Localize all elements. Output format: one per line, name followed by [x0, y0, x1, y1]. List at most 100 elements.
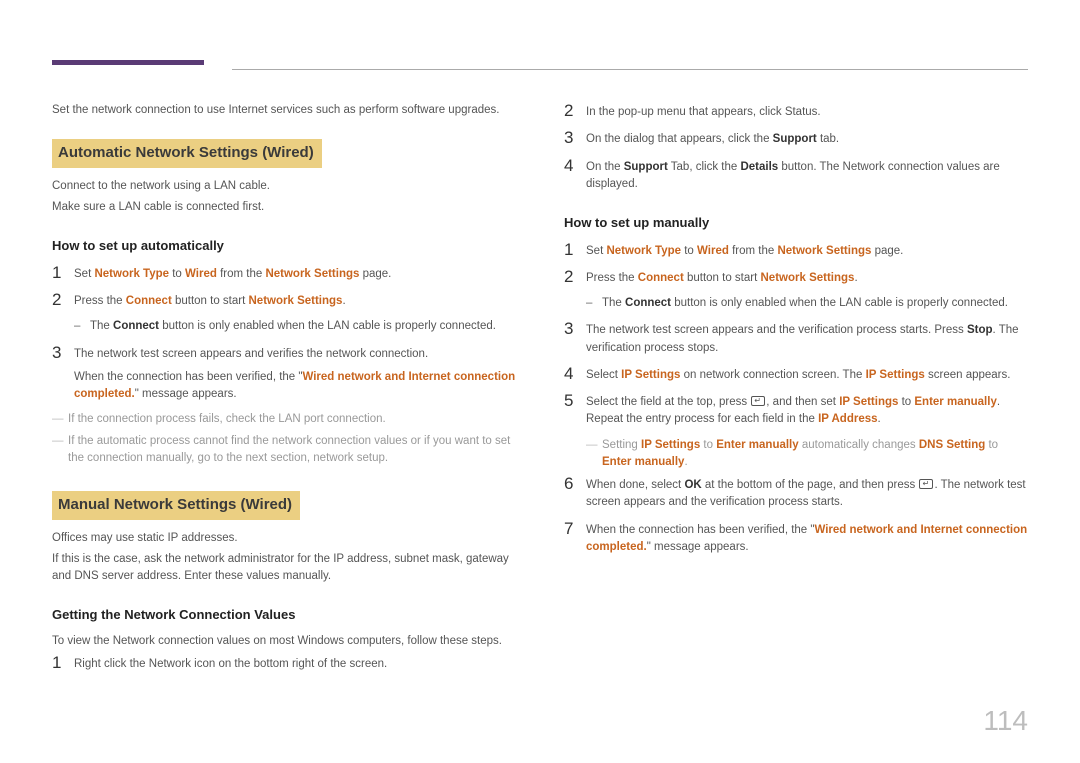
getval-step-4: 4 On the Support Tab, click the Details … — [564, 157, 1028, 194]
t: button is only enabled when the LAN cabl… — [159, 320, 496, 332]
right-column: 2 In the pop-up menu that appears, click… — [564, 102, 1028, 681]
t: On the — [586, 161, 624, 173]
accent-bar — [52, 60, 204, 65]
t: Network Settings — [249, 295, 343, 307]
t: screen appears. — [925, 369, 1011, 381]
t: Stop — [967, 324, 993, 336]
step-number: 3 — [52, 344, 74, 363]
t: When the connection has been verified, t… — [74, 371, 302, 383]
t: Wired — [697, 245, 729, 257]
t: Press the — [74, 295, 126, 307]
t: " message appears. — [647, 541, 749, 553]
step-body: Right click the Network icon on the bott… — [74, 654, 516, 673]
auto-step-3: 3 The network test screen appears and ve… — [52, 344, 516, 404]
step-number: 3 — [564, 129, 586, 148]
t: Set — [586, 245, 606, 257]
t: Connect — [625, 297, 671, 309]
t: Wired — [185, 268, 217, 280]
t: Network Settings — [265, 268, 359, 280]
step-number: 1 — [564, 241, 586, 260]
step-body: Press the Connect button to start Networ… — [586, 268, 1028, 287]
man-p1: Offices may use static IP addresses. — [52, 530, 516, 547]
t: IP Address — [818, 413, 877, 425]
t: automatically changes — [799, 439, 919, 451]
t: Network Settings — [777, 245, 871, 257]
msetup-step-5-note: Setting IP Settings to Enter manually au… — [586, 437, 1028, 472]
subheading-manual-setup: How to set up manually — [564, 213, 1028, 233]
step-body: In the pop-up menu that appears, click S… — [586, 102, 1028, 121]
t: Enter manually — [602, 456, 684, 468]
auto-p2: Make sure a LAN cable is connected first… — [52, 199, 516, 216]
t: to — [169, 268, 185, 280]
step-body: When done, select OK at the bottom of th… — [586, 475, 1028, 512]
t: Enter manually — [716, 439, 798, 451]
t: On the dialog that appears, click the — [586, 133, 773, 145]
t: to — [681, 245, 697, 257]
section-heading-auto: Automatic Network Settings (Wired) — [52, 139, 322, 168]
step-body: Select IP Settings on network connection… — [586, 365, 1028, 384]
t: Setting — [602, 439, 641, 451]
step-body: The network test screen appears and veri… — [74, 344, 516, 404]
t: button is only enabled when the LAN cabl… — [671, 297, 1008, 309]
t: Set — [74, 268, 94, 280]
t: Support — [773, 133, 817, 145]
t: Network Settings — [761, 272, 855, 284]
step-body: On the dialog that appears, click the Su… — [586, 129, 1028, 148]
t: tab. — [817, 133, 839, 145]
t: page. — [359, 268, 391, 280]
t: IP Settings — [621, 369, 680, 381]
msetup-step-2: 2 Press the Connect button to start Netw… — [564, 268, 1028, 287]
step-body: Select the field at the top, press , and… — [586, 392, 1028, 429]
auto-step-1: 1 Set Network Type to Wired from the Net… — [52, 264, 516, 283]
t: to — [985, 439, 998, 451]
t: DNS Setting — [919, 439, 985, 451]
t: page. — [871, 245, 903, 257]
t: Select the field at the top, press — [586, 396, 750, 408]
t: at the bottom of the page, and then pres… — [702, 479, 919, 491]
step-number: 2 — [52, 291, 74, 310]
msetup-step-6: 6 When done, select OK at the bottom of … — [564, 475, 1028, 512]
step-body: On the Support Tab, click the Details bu… — [586, 157, 1028, 194]
header-rule — [232, 69, 1028, 70]
auto-note-2: If the automatic process cannot find the… — [52, 433, 516, 468]
t: on network connection screen. The — [680, 369, 865, 381]
msetup-step-3: 3 The network test screen appears and th… — [564, 320, 1028, 357]
t: Enter manually — [914, 396, 996, 408]
section-heading-manual: Manual Network Settings (Wired) — [52, 491, 300, 520]
enter-icon — [919, 479, 933, 489]
auto-p1: Connect to the network using a LAN cable… — [52, 178, 516, 195]
t: button to start — [684, 272, 761, 284]
t: Connect — [126, 295, 172, 307]
msetup-step-2-sub: The Connect button is only enabled when … — [586, 295, 1028, 312]
t: OK — [684, 479, 701, 491]
t: Network Type — [606, 245, 681, 257]
t: If the automatic process cannot find the… — [68, 433, 516, 468]
intro-text: Set the network connection to use Intern… — [52, 102, 516, 119]
subheading-getvalues: Getting the Network Connection Values — [52, 605, 516, 625]
t: Connect — [638, 272, 684, 284]
step-body: Press the Connect button to start Networ… — [74, 291, 516, 310]
t: to — [898, 396, 914, 408]
left-column: Set the network connection to use Intern… — [52, 102, 516, 681]
t: . — [684, 456, 687, 468]
t: Support — [624, 161, 668, 173]
t: Tab, click the — [668, 161, 741, 173]
t: button to start — [172, 295, 249, 307]
t: , and then set — [766, 396, 839, 408]
t: " message appears. — [135, 388, 237, 400]
step-body: Set Network Type to Wired from the Netwo… — [74, 264, 516, 283]
t: The network test screen appears and the … — [586, 324, 967, 336]
t: The network test screen appears and veri… — [74, 346, 516, 363]
step-number: 4 — [564, 157, 586, 176]
msetup-step-5: 5 Select the field at the top, press , a… — [564, 392, 1028, 429]
t: When done, select — [586, 479, 684, 491]
step-body: The network test screen appears and the … — [586, 320, 1028, 357]
auto-step-2: 2 Press the Connect button to start Netw… — [52, 291, 516, 310]
t: When the connection has been verified, t… — [586, 524, 814, 536]
man-intro: To view the Network connection values on… — [52, 633, 516, 650]
page-number: 114 — [983, 705, 1028, 737]
t: IP Settings — [839, 396, 898, 408]
content-columns: Set the network connection to use Intern… — [52, 102, 1028, 681]
t: The — [602, 297, 625, 309]
t: Network Type — [94, 268, 169, 280]
